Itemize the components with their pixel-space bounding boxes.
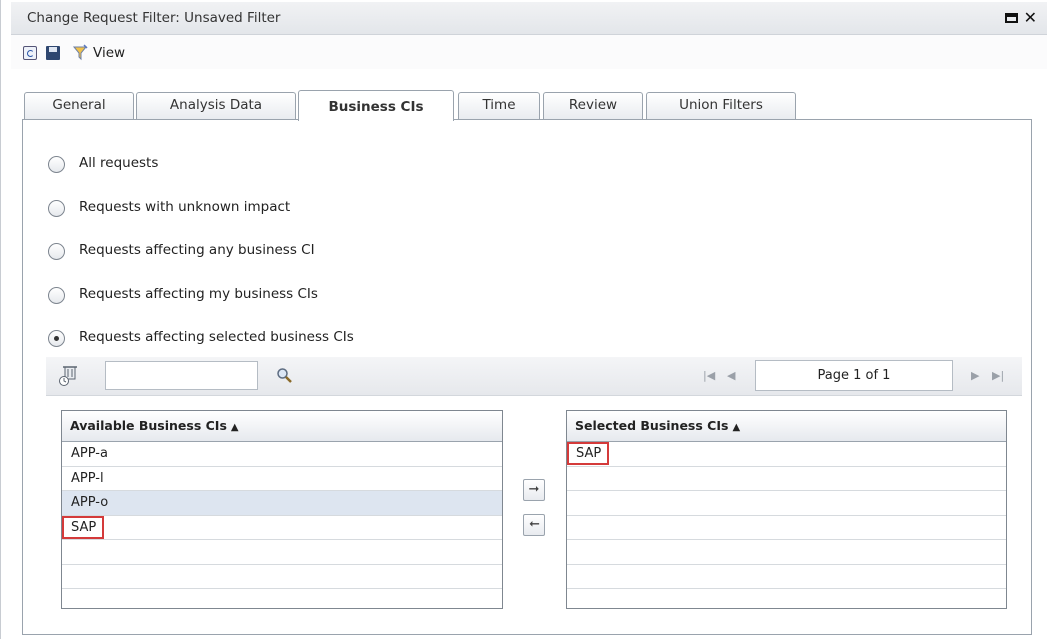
ci-grid-toolbar: |◀ ◀ Page 1 of 1 ▶ ▶| [46,357,1022,396]
search-icon[interactable] [276,367,292,383]
remove-from-selected-button[interactable]: ➞ [523,514,545,536]
filter-icon[interactable] [72,44,88,61]
selected-business-cis-list: Selected Business CIs ▲ SAP [566,410,1007,609]
save-icon[interactable] [46,46,60,60]
previous-page-icon[interactable]: ◀ [727,369,735,382]
page-indicator: Page 1 of 1 [755,360,953,391]
close-icon[interactable]: ✕ [1024,8,1037,27]
item-label: APP-o [71,495,109,510]
option-label: Requests affecting my business CIs [79,286,318,302]
clear-filter-icon[interactable] [58,365,78,387]
option-label: Requests affecting any business CI [79,242,315,258]
refresh-icon[interactable] [23,46,37,60]
selected-list-header[interactable]: Selected Business CIs ▲ [567,411,1006,442]
available-business-cis-list: Available Business CIs ▲ APP-a APP-l APP-… [61,410,503,609]
view-button[interactable]: View [93,45,125,61]
list-item-empty [567,491,1006,516]
item-label: APP-l [71,470,104,486]
search-input[interactable] [105,361,258,390]
item-label: SAP [62,515,105,539]
page-edge [0,0,1,639]
list-item-empty [62,540,502,565]
radio-button[interactable] [48,156,65,173]
list-item-empty [62,565,502,589]
item-label: SAP [567,442,610,465]
tab-time[interactable]: Time [458,92,540,119]
list-item-empty [567,516,1006,540]
list-item-empty [567,565,1006,589]
sort-ascending-icon: ▲ [732,422,741,433]
tab-union-filters[interactable]: Union Filters [646,92,796,119]
tab-analysis-data[interactable]: Analysis Data [136,92,296,119]
last-page-icon[interactable]: ▶| [992,369,1004,382]
list-item[interactable]: APP-o [62,491,502,516]
list-item[interactable]: SAP [62,515,502,540]
option-label: Requests affecting selected business CIs [79,329,354,345]
tab-general[interactable]: General [24,92,134,119]
option-label: All requests [79,155,159,171]
radio-button[interactable] [48,287,65,304]
window-title: Change Request Filter: Unsaved Filter [27,10,281,26]
tab-business-cis[interactable]: Business CIs [298,90,454,121]
available-list-header[interactable]: Available Business CIs ▲ [62,411,502,442]
sort-ascending-icon: ▲ [230,422,239,433]
list-item[interactable]: APP-a [62,442,502,467]
radio-button[interactable] [48,200,65,217]
tab-review[interactable]: Review [543,92,643,119]
column-header-label: Available Business CIs [70,418,227,433]
next-page-icon[interactable]: ▶ [971,369,979,382]
column-header-label: Selected Business CIs [575,418,729,433]
first-page-icon[interactable]: |◀ [703,369,715,382]
window-titlebar: Change Request Filter: Unsaved Filter ✕ [11,2,1047,35]
list-item[interactable]: APP-l [62,467,502,491]
radio-button-checked[interactable] [48,330,65,347]
radio-button[interactable] [48,243,65,260]
item-label: APP-a [71,446,108,461]
list-item-empty [567,467,1006,491]
list-item[interactable]: SAP [567,442,1006,467]
filter-toolbar: View [11,35,1047,69]
arrow-left-icon: ➞ [528,517,540,532]
arrow-right-icon: ➞ [528,482,540,497]
option-label: Requests with unknown impact [79,199,291,215]
maximize-icon[interactable] [1005,13,1018,23]
list-item-empty [567,540,1006,565]
add-to-selected-button[interactable]: ➞ [523,479,545,501]
